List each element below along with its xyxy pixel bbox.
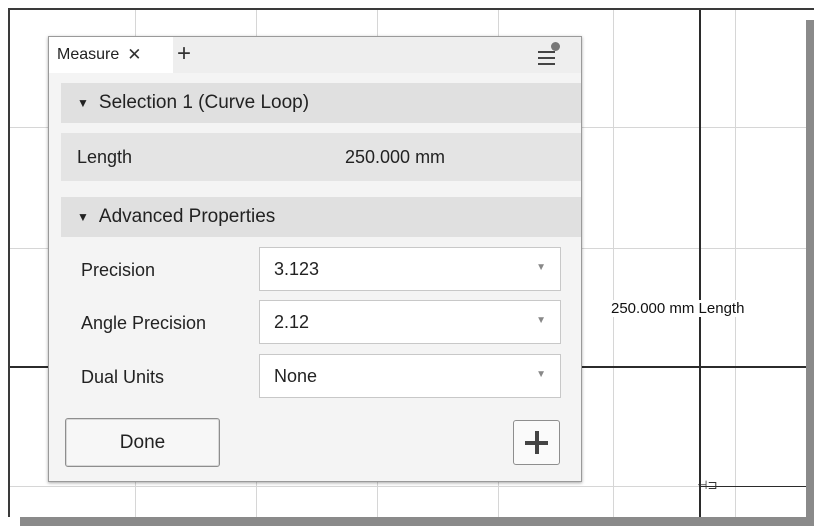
angle-precision-value: 2.12 bbox=[274, 312, 310, 332]
panel-tab-bar: Measure ✕ + bbox=[49, 37, 581, 73]
frame-shadow bbox=[20, 517, 814, 526]
collapse-triangle-icon: ▼ bbox=[77, 96, 89, 110]
close-icon[interactable]: ✕ bbox=[127, 45, 141, 65]
frame-shadow bbox=[806, 20, 814, 526]
length-label: Length bbox=[77, 147, 133, 167]
grid-line bbox=[10, 486, 814, 487]
dropdown-arrow-icon: ▼ bbox=[536, 369, 546, 380]
sketch-line-vertical[interactable] bbox=[699, 10, 701, 517]
length-row: Length 250.000 mm bbox=[61, 133, 581, 181]
grid-line bbox=[613, 10, 614, 517]
precision-row: Precision 3.123 ▼ bbox=[61, 247, 581, 293]
precision-value: 3.123 bbox=[274, 259, 320, 279]
dimension-label: 250.000 mm Length bbox=[610, 300, 746, 317]
collapse-triangle-icon: ▼ bbox=[77, 210, 89, 224]
angle-precision-label: Angle Precision bbox=[81, 313, 207, 333]
selection-heading: Selection 1 (Curve Loop) bbox=[98, 92, 310, 113]
notification-dot-icon bbox=[551, 42, 560, 51]
angle-precision-row: Angle Precision 2.12 ▼ bbox=[61, 300, 581, 346]
dual-units-value: None bbox=[274, 366, 318, 386]
angle-precision-dropdown[interactable]: 2.12 ▼ bbox=[259, 300, 561, 344]
menu-icon[interactable] bbox=[533, 40, 563, 70]
tab-label: Measure bbox=[57, 46, 120, 63]
measure-panel: Measure ✕ + ▼ Selection 1 (Curve Loop) L… bbox=[48, 36, 582, 482]
selection-section-header[interactable]: ▼ Selection 1 (Curve Loop) bbox=[61, 83, 581, 123]
advanced-heading: Advanced Properties bbox=[98, 206, 276, 227]
dual-units-dropdown[interactable]: None ▼ bbox=[259, 354, 561, 398]
constraint-glyph-icon: ⊣⊐ bbox=[697, 478, 718, 492]
dropdown-arrow-icon: ▼ bbox=[536, 315, 546, 326]
dual-units-label: Dual Units bbox=[81, 367, 165, 387]
precision-label: Precision bbox=[81, 260, 156, 280]
precision-dropdown[interactable]: 3.123 ▼ bbox=[259, 247, 561, 291]
dropdown-arrow-icon: ▼ bbox=[536, 262, 546, 273]
add-measurement-button[interactable] bbox=[513, 420, 560, 465]
done-button[interactable]: Done bbox=[65, 418, 220, 467]
tab-measure[interactable]: Measure ✕ bbox=[49, 37, 173, 73]
advanced-properties-header[interactable]: ▼ Advanced Properties bbox=[61, 197, 581, 237]
dual-units-row: Dual Units None ▼ bbox=[61, 354, 581, 400]
grid-line bbox=[735, 10, 736, 517]
length-value: 250.000 mm bbox=[345, 147, 446, 167]
add-tab-icon[interactable]: + bbox=[177, 40, 191, 68]
